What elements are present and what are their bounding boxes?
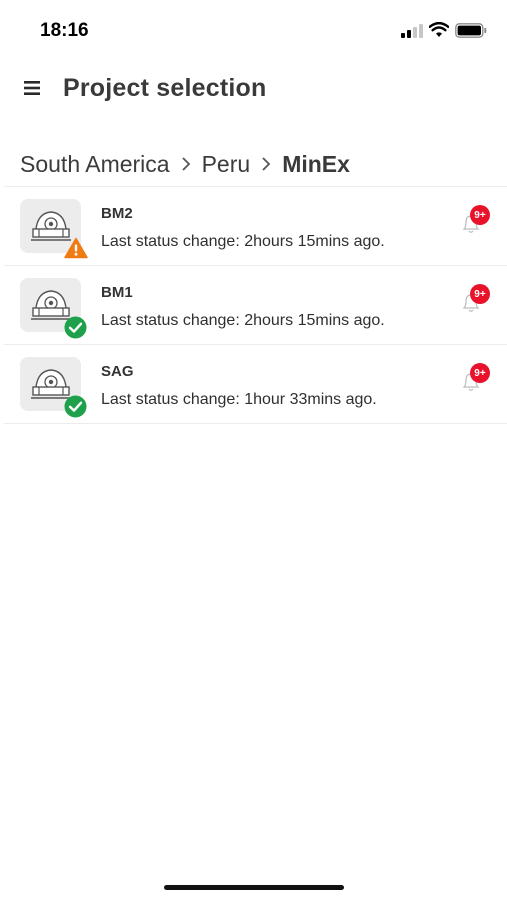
- cellular-signal-icon: [401, 24, 423, 38]
- status-time: 18:16: [40, 20, 89, 41]
- breadcrumb-item-country[interactable]: Peru: [202, 151, 251, 178]
- chevron-right-icon: [181, 157, 190, 171]
- project-list: BM2 Last status change: 2hours 15mins ag…: [4, 186, 507, 424]
- warning-icon: [64, 237, 88, 259]
- project-name: BM2: [101, 205, 133, 222]
- chevron-right-icon: [262, 157, 271, 171]
- project-row-bm2[interactable]: BM2 Last status change: 2hours 15mins ag…: [4, 187, 507, 265]
- notification-count-badge[interactable]: 9+: [470, 205, 490, 225]
- home-indicator[interactable]: [164, 885, 344, 890]
- page-title: Project selection: [63, 74, 267, 102]
- wifi-icon: [429, 22, 449, 37]
- breadcrumb-item-region[interactable]: South America: [20, 151, 170, 178]
- project-row-bm1[interactable]: BM1 Last status change: 2hours 15mins ag…: [4, 266, 507, 344]
- status-bar: 18:16: [0, 0, 507, 62]
- project-status-text: Last status change: 2hours 15mins ago.: [101, 233, 385, 250]
- battery-icon: [455, 23, 487, 38]
- hamburger-menu-icon[interactable]: [24, 80, 40, 96]
- divider: [4, 423, 507, 424]
- project-name: BM1: [101, 284, 133, 301]
- project-status-text: Last status change: 1hour 33mins ago.: [101, 391, 377, 408]
- screen: 18:16 Project selection South America Pe…: [0, 0, 507, 900]
- check-icon: [64, 316, 87, 339]
- project-status-text: Last status change: 2hours 15mins ago.: [101, 312, 385, 329]
- check-icon: [64, 395, 87, 418]
- project-row-sag[interactable]: SAG Last status change: 1hour 33mins ago…: [4, 345, 507, 423]
- breadcrumb-item-site: MinEx: [282, 150, 350, 177]
- project-name: SAG: [101, 363, 134, 380]
- breadcrumb: South America Peru MinEx: [20, 148, 350, 180]
- notification-count-badge[interactable]: 9+: [470, 363, 490, 383]
- notification-count-badge[interactable]: 9+: [470, 284, 490, 304]
- app-header: Project selection: [0, 68, 507, 112]
